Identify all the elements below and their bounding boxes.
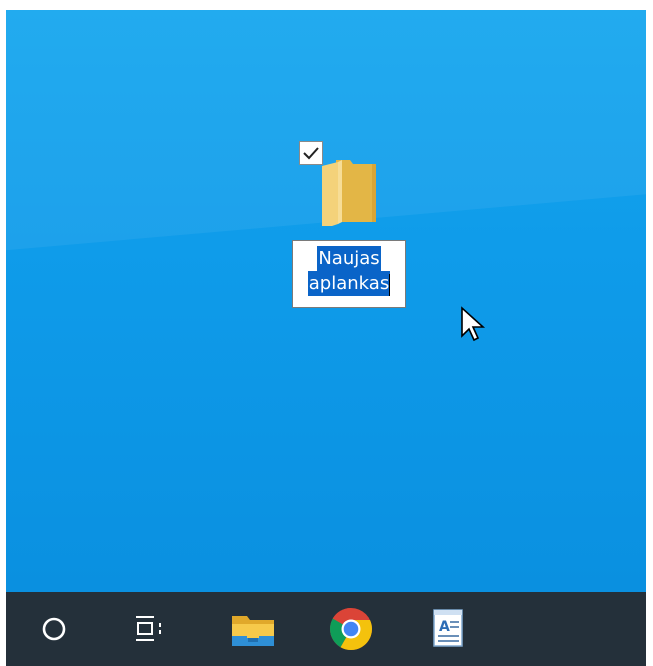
folder-icon [322, 160, 376, 226]
wordpad-icon: A [433, 609, 463, 647]
taskbar: A [6, 592, 646, 666]
taskbar-task-view-button[interactable] [118, 592, 182, 666]
taskbar-search-button[interactable] [22, 592, 86, 666]
taskbar-chrome-button[interactable] [319, 592, 383, 666]
taskbar-file-explorer-button[interactable] [221, 592, 285, 666]
rename-line-1: Naujas [317, 246, 381, 271]
svg-text:A: A [439, 619, 450, 635]
chrome-icon [329, 608, 373, 651]
search-circle-icon [42, 617, 66, 641]
file-explorer-icon [232, 616, 274, 646]
desktop[interactable]: Naujas aplankas [6, 10, 646, 592]
desktop-icon-new-folder[interactable]: Naujas aplankas [292, 140, 408, 310]
task-view-icon [136, 616, 161, 641]
screenshot-frame: Naujas aplankas A [0, 0, 653, 666]
text-caret [389, 273, 391, 296]
rename-textbox[interactable]: Naujas aplankas [292, 240, 406, 308]
rename-line-2: aplankas [307, 271, 391, 296]
taskbar-wordpad-button[interactable]: A [418, 592, 482, 666]
mouse-pointer-icon [461, 306, 486, 342]
